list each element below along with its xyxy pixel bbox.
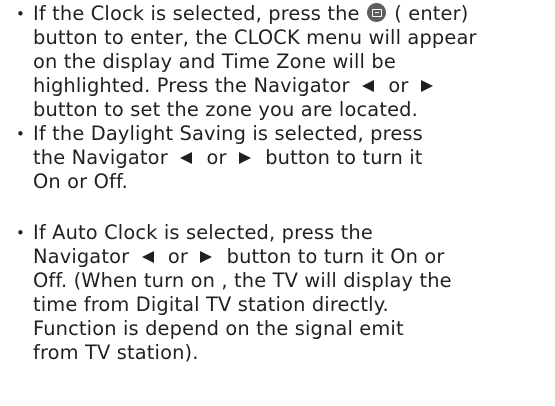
navigator-right-icon — [420, 80, 433, 92]
navigator-right-icon — [238, 152, 251, 164]
text-line: On or Off. — [33, 170, 128, 193]
list-item-clock: • If the Clock is selected, press the ( … — [8, 2, 553, 122]
enter-button-icon — [366, 3, 386, 22]
navigator-left-icon — [180, 152, 193, 164]
text-line: highlighted. Press the Navigator or — [33, 74, 553, 98]
bullet: • — [16, 5, 25, 23]
text-line: from TV station). — [33, 341, 199, 364]
bullet: • — [16, 125, 25, 143]
text-line: time from Digital TV station directly. — [33, 293, 389, 316]
text-line: button to enter, the CLOCK menu will app… — [33, 26, 477, 49]
navigator-left-icon — [141, 251, 154, 263]
text-line: Off. (When turn on , the TV will display… — [33, 269, 452, 292]
navigator-right-icon — [200, 251, 213, 263]
bullet: • — [16, 224, 25, 242]
list-item-auto-clock: • If Auto Clock is selected, press the N… — [8, 221, 553, 365]
instruction-list: • If the Clock is selected, press the ( … — [8, 2, 553, 365]
text-line: the Navigator or button to turn it — [33, 146, 423, 169]
text-line: Function is depend on the signal emit — [33, 317, 404, 340]
text-line: If the Clock is selected, press the ( en… — [33, 2, 469, 25]
text-line: If the Daylight Saving is selected, pres… — [33, 122, 423, 145]
text-line: button to set the zone you are located. — [33, 98, 418, 121]
text-line: Navigator or button to turn it On or — [33, 245, 445, 268]
list-item-daylight-saving: • If the Daylight Saving is selected, pr… — [8, 122, 553, 194]
text-line: If Auto Clock is selected, press the — [33, 221, 373, 244]
text-line: on the display and Time Zone will be — [33, 50, 396, 73]
navigator-left-icon — [362, 80, 374, 92]
